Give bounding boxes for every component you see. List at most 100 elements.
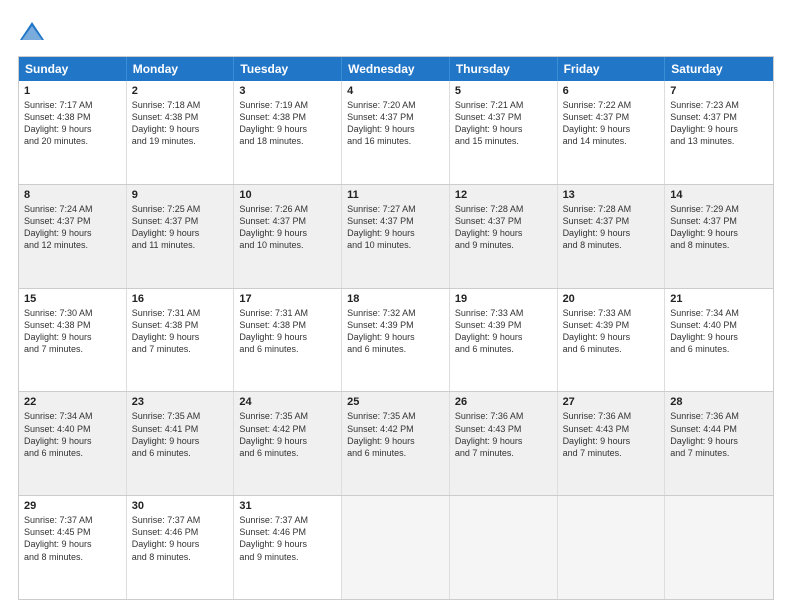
cell-info: Sunrise: 7:31 AMSunset: 4:38 PMDaylight:… — [132, 307, 229, 356]
cell-info: Sunrise: 7:30 AMSunset: 4:38 PMDaylight:… — [24, 307, 121, 356]
cell-info: Sunrise: 7:23 AMSunset: 4:37 PMDaylight:… — [670, 99, 768, 148]
cell-info: Sunrise: 7:25 AMSunset: 4:37 PMDaylight:… — [132, 203, 229, 252]
cell-info: Sunrise: 7:37 AMSunset: 4:46 PMDaylight:… — [239, 514, 336, 563]
calendar-cell: 31 Sunrise: 7:37 AMSunset: 4:46 PMDayligh… — [234, 496, 342, 599]
cell-info: Sunrise: 7:20 AMSunset: 4:37 PMDaylight:… — [347, 99, 444, 148]
cell-info: Sunrise: 7:27 AMSunset: 4:37 PMDaylight:… — [347, 203, 444, 252]
cell-info: Sunrise: 7:18 AMSunset: 4:38 PMDaylight:… — [132, 99, 229, 148]
calendar-cell: 21 Sunrise: 7:34 AMSunset: 4:40 PMDayligh… — [665, 289, 773, 392]
header — [18, 18, 774, 46]
logo-icon — [18, 18, 46, 46]
calendar-cell: 29Sunrise: 7:37 AMSunset: 4:45 PMDayligh… — [19, 496, 127, 599]
day-number: 5 — [455, 85, 552, 97]
day-number: 3 — [239, 85, 336, 97]
cell-info: Sunrise: 7:19 AMSunset: 4:38 PMDaylight:… — [239, 99, 336, 148]
cell-info: Sunrise: 7:35 AMSunset: 4:42 PMDaylight:… — [347, 410, 444, 459]
cell-info: Sunrise: 7:24 AMSunset: 4:37 PMDaylight:… — [24, 203, 121, 252]
calendar-cell: 22Sunrise: 7:34 AMSunset: 4:40 PMDayligh… — [19, 392, 127, 495]
day-number: 23 — [132, 396, 229, 408]
day-number: 15 — [24, 293, 121, 305]
calendar-header-row: SundayMondayTuesdayWednesdayThursdayFrid… — [19, 57, 773, 81]
header-cell-friday: Friday — [558, 57, 666, 81]
cell-info: Sunrise: 7:36 AMSunset: 4:43 PMDaylight:… — [563, 410, 660, 459]
calendar-cell: 26Sunrise: 7:36 AMSunset: 4:43 PMDayligh… — [450, 392, 558, 495]
header-cell-saturday: Saturday — [665, 57, 773, 81]
day-number: 30 — [132, 500, 229, 512]
calendar-cell: 6Sunrise: 7:22 AMSunset: 4:37 PMDaylight… — [558, 81, 666, 184]
cell-info: Sunrise: 7:28 AMSunset: 4:37 PMDaylight:… — [563, 203, 660, 252]
calendar-cell: 2Sunrise: 7:18 AMSunset: 4:38 PMDaylight… — [127, 81, 235, 184]
day-number: 21 — [670, 293, 768, 305]
calendar-week-3: 15 Sunrise: 7:30 AMSunset: 4:38 PMDayligh… — [19, 288, 773, 392]
calendar-cell — [665, 496, 773, 599]
calendar-cell: 13 Sunrise: 7:28 AMSunset: 4:37 PMDayligh… — [558, 185, 666, 288]
day-number: 27 — [563, 396, 660, 408]
cell-info: Sunrise: 7:28 AMSunset: 4:37 PMDaylight:… — [455, 203, 552, 252]
cell-info: Sunrise: 7:32 AMSunset: 4:39 PMDaylight:… — [347, 307, 444, 356]
day-number: 7 — [670, 85, 768, 97]
calendar-cell: 17 Sunrise: 7:31 AMSunset: 4:38 PMDayligh… — [234, 289, 342, 392]
calendar-cell: 24 Sunrise: 7:35 AMSunset: 4:42 PMDayligh… — [234, 392, 342, 495]
day-number: 12 — [455, 189, 552, 201]
calendar-cell: 28 Sunrise: 7:36 AMSunset: 4:44 PMDayligh… — [665, 392, 773, 495]
day-number: 9 — [132, 189, 229, 201]
day-number: 22 — [24, 396, 121, 408]
day-number: 20 — [563, 293, 660, 305]
calendar-cell: 27 Sunrise: 7:36 AMSunset: 4:43 PMDayligh… — [558, 392, 666, 495]
cell-info: Sunrise: 7:26 AMSunset: 4:37 PMDaylight:… — [239, 203, 336, 252]
cell-info: Sunrise: 7:31 AMSunset: 4:38 PMDaylight:… — [239, 307, 336, 356]
day-number: 24 — [239, 396, 336, 408]
day-number: 13 — [563, 189, 660, 201]
header-cell-monday: Monday — [127, 57, 235, 81]
day-number: 10 — [239, 189, 336, 201]
day-number: 18 — [347, 293, 444, 305]
cell-info: Sunrise: 7:33 AMSunset: 4:39 PMDaylight:… — [455, 307, 552, 356]
cell-info: Sunrise: 7:29 AMSunset: 4:37 PMDaylight:… — [670, 203, 768, 252]
cell-info: Sunrise: 7:22 AMSunset: 4:37 PMDaylight:… — [563, 99, 660, 148]
day-number: 8 — [24, 189, 121, 201]
day-number: 1 — [24, 85, 121, 97]
calendar-cell: 18 Sunrise: 7:32 AMSunset: 4:39 PMDayligh… — [342, 289, 450, 392]
calendar-cell: 11 Sunrise: 7:27 AMSunset: 4:37 PMDayligh… — [342, 185, 450, 288]
calendar-cell: 20 Sunrise: 7:33 AMSunset: 4:39 PMDayligh… — [558, 289, 666, 392]
calendar-week-2: 8 Sunrise: 7:24 AMSunset: 4:37 PMDaylight… — [19, 184, 773, 288]
cell-info: Sunrise: 7:36 AMSunset: 4:43 PMDaylight:… — [455, 410, 552, 459]
cell-info: Sunrise: 7:37 AMSunset: 4:46 PMDaylight:… — [132, 514, 229, 563]
calendar-cell: 23 Sunrise: 7:35 AMSunset: 4:41 PMDayligh… — [127, 392, 235, 495]
day-number: 19 — [455, 293, 552, 305]
cell-info: Sunrise: 7:35 AMSunset: 4:41 PMDaylight:… — [132, 410, 229, 459]
day-number: 11 — [347, 189, 444, 201]
header-cell-tuesday: Tuesday — [234, 57, 342, 81]
header-cell-sunday: Sunday — [19, 57, 127, 81]
calendar-week-1: 1 Sunrise: 7:17 AMSunset: 4:38 PMDaylight… — [19, 81, 773, 184]
cell-info: Sunrise: 7:35 AMSunset: 4:42 PMDaylight:… — [239, 410, 336, 459]
header-cell-wednesday: Wednesday — [342, 57, 450, 81]
cell-info: Sunrise: 7:33 AMSunset: 4:39 PMDaylight:… — [563, 307, 660, 356]
cell-info: Sunrise: 7:36 AMSunset: 4:44 PMDaylight:… — [670, 410, 768, 459]
calendar-cell: 10 Sunrise: 7:26 AMSunset: 4:37 PMDayligh… — [234, 185, 342, 288]
day-number: 17 — [239, 293, 336, 305]
calendar-cell: 3 Sunrise: 7:19 AMSunset: 4:38 PMDaylight… — [234, 81, 342, 184]
day-number: 16 — [132, 293, 229, 305]
logo — [18, 18, 50, 46]
cell-info: Sunrise: 7:34 AMSunset: 4:40 PMDaylight:… — [670, 307, 768, 356]
cell-info: Sunrise: 7:17 AMSunset: 4:38 PMDaylight:… — [24, 99, 121, 148]
calendar-week-4: 22Sunrise: 7:34 AMSunset: 4:40 PMDayligh… — [19, 391, 773, 495]
calendar-cell: 19 Sunrise: 7:33 AMSunset: 4:39 PMDayligh… — [450, 289, 558, 392]
day-number: 14 — [670, 189, 768, 201]
calendar-cell: 5 Sunrise: 7:21 AMSunset: 4:37 PMDaylight… — [450, 81, 558, 184]
calendar-cell — [342, 496, 450, 599]
calendar-cell: 4 Sunrise: 7:20 AMSunset: 4:37 PMDaylight… — [342, 81, 450, 184]
calendar-cell: 25Sunrise: 7:35 AMSunset: 4:42 PMDayligh… — [342, 392, 450, 495]
day-number: 4 — [347, 85, 444, 97]
calendar-cell: 8 Sunrise: 7:24 AMSunset: 4:37 PMDaylight… — [19, 185, 127, 288]
calendar-cell: 30 Sunrise: 7:37 AMSunset: 4:46 PMDayligh… — [127, 496, 235, 599]
calendar-cell: 1 Sunrise: 7:17 AMSunset: 4:38 PMDaylight… — [19, 81, 127, 184]
calendar-cell: 14 Sunrise: 7:29 AMSunset: 4:37 PMDayligh… — [665, 185, 773, 288]
calendar: SundayMondayTuesdayWednesdayThursdayFrid… — [18, 56, 774, 600]
day-number: 31 — [239, 500, 336, 512]
day-number: 28 — [670, 396, 768, 408]
day-number: 29 — [24, 500, 121, 512]
calendar-week-5: 29Sunrise: 7:37 AMSunset: 4:45 PMDayligh… — [19, 495, 773, 599]
cell-info: Sunrise: 7:21 AMSunset: 4:37 PMDaylight:… — [455, 99, 552, 148]
